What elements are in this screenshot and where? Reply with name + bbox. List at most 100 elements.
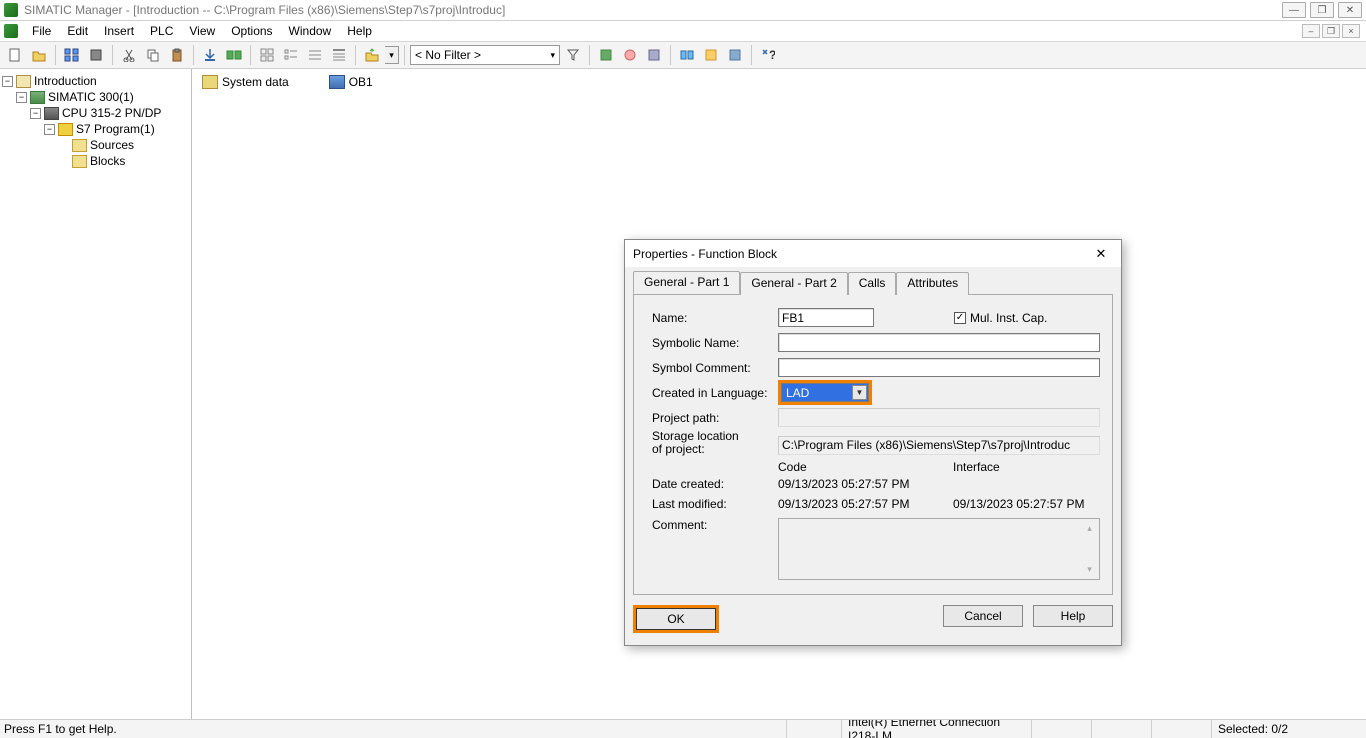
folder-icon [72, 155, 87, 168]
mdi-restore-button[interactable]: ❐ [1322, 24, 1340, 38]
label-storage2: of project: [652, 442, 705, 456]
mul-inst-checkbox[interactable]: ✓ Mul. Inst. Cap. [954, 311, 1047, 325]
status-bar: Press F1 to get Help. Intel(R) Ethernet … [0, 719, 1366, 738]
column-code: Code [778, 460, 953, 474]
column-interface: Interface [953, 460, 1000, 474]
maximize-button[interactable]: ❐ [1310, 2, 1334, 18]
tree-project[interactable]: Introduction [34, 74, 97, 88]
menu-help[interactable]: Help [339, 22, 380, 40]
language-value: LAD [786, 386, 809, 400]
chevron-down-icon: ▼ [852, 385, 867, 400]
tab-general-1[interactable]: General - Part 1 [633, 271, 740, 294]
expand-toggle[interactable]: − [16, 92, 27, 103]
symbols-button[interactable] [619, 44, 641, 66]
name-input[interactable] [778, 308, 874, 327]
menu-plc[interactable]: PLC [142, 22, 181, 40]
symbol-comment-input[interactable] [778, 358, 1100, 377]
list-button[interactable] [304, 44, 326, 66]
label-name: Name: [652, 311, 778, 325]
program-icon [58, 123, 73, 136]
tab-calls[interactable]: Calls [848, 272, 897, 295]
status-network: Intel(R) Ethernet Connection I218-LM [841, 720, 1031, 738]
symbolic-name-input[interactable] [778, 333, 1100, 352]
new-button[interactable] [4, 44, 26, 66]
accessible-nodes-button[interactable] [61, 44, 83, 66]
memory-card-button[interactable] [85, 44, 107, 66]
folder-dropdown[interactable]: ▾ [385, 46, 399, 64]
tree-sources[interactable]: Sources [90, 138, 134, 152]
item-ob1[interactable]: OB1 [329, 75, 373, 89]
paste-button[interactable] [166, 44, 188, 66]
mdi-close-button[interactable]: × [1342, 24, 1360, 38]
filter-settings-button[interactable] [562, 44, 584, 66]
menu-insert[interactable]: Insert [96, 22, 142, 40]
help-button[interactable]: ? [757, 44, 779, 66]
scroll-down-icon: ▾ [1082, 562, 1097, 577]
details-button[interactable] [328, 44, 350, 66]
label-projpath: Project path: [652, 411, 778, 425]
online-button[interactable] [223, 44, 245, 66]
minimize-button[interactable]: — [1282, 2, 1306, 18]
reference-data-button[interactable] [700, 44, 722, 66]
tree-program[interactable]: S7 Program(1) [76, 122, 155, 136]
label-comment: Comment: [652, 518, 778, 532]
status-hint: Press F1 to get Help. [0, 720, 786, 738]
project-tree[interactable]: −Introduction −SIMATIC 300(1) −CPU 315-2… [0, 69, 192, 719]
menu-bar: File Edit Insert PLC View Options Window… [0, 21, 1366, 42]
compare-button[interactable] [676, 44, 698, 66]
label-language: Created in Language: [652, 386, 778, 400]
cut-button[interactable] [118, 44, 140, 66]
sysdata-icon [202, 75, 218, 89]
properties-dialog: Properties - Function Block ✕ General - … [624, 239, 1122, 646]
label-storage1: Storage location [652, 429, 739, 443]
window-titlebar: SIMATIC Manager - [Introduction -- C:\Pr… [0, 0, 1366, 21]
simulate-button[interactable] [724, 44, 746, 66]
expand-toggle[interactable]: − [2, 76, 13, 87]
filter-combo[interactable]: < No Filter >▾ [410, 45, 560, 65]
download-button[interactable] [199, 44, 221, 66]
language-combo[interactable]: LAD ▼ [781, 383, 869, 402]
ok-highlight: OK [633, 605, 719, 633]
filter-value: < No Filter > [415, 48, 481, 62]
large-icons-button[interactable] [256, 44, 278, 66]
small-icons-button[interactable] [280, 44, 302, 66]
language-highlight: LAD ▼ [778, 380, 872, 405]
help-button[interactable]: Help [1033, 605, 1113, 627]
ok-button[interactable]: OK [636, 608, 716, 630]
folder-up-button[interactable] [361, 44, 383, 66]
module-state-button[interactable] [595, 44, 617, 66]
content-area[interactable]: System data OB1 Properties - Function Bl… [192, 69, 1366, 719]
cancel-button[interactable]: Cancel [943, 605, 1023, 627]
modified-interface: 09/13/2023 05:27:57 PM [953, 497, 1084, 511]
menu-view[interactable]: View [181, 22, 223, 40]
copy-button[interactable] [142, 44, 164, 66]
tab-general-2[interactable]: General - Part 2 [740, 272, 847, 295]
mdi-minimize-button[interactable]: – [1302, 24, 1320, 38]
menu-options[interactable]: Options [223, 22, 280, 40]
configure-button[interactable] [643, 44, 665, 66]
tree-blocks[interactable]: Blocks [90, 154, 125, 168]
tab-attributes[interactable]: Attributes [896, 272, 969, 295]
expand-toggle[interactable]: − [30, 108, 41, 119]
tree-station[interactable]: SIMATIC 300(1) [48, 90, 134, 104]
tree-cpu[interactable]: CPU 315-2 PN/DP [62, 106, 161, 120]
modified-code: 09/13/2023 05:27:57 PM [778, 497, 953, 511]
close-button[interactable]: ✕ [1338, 2, 1362, 18]
menu-window[interactable]: Window [281, 22, 340, 40]
open-button[interactable] [28, 44, 50, 66]
sysdata-label: System data [222, 75, 289, 89]
menu-edit[interactable]: Edit [59, 22, 96, 40]
menu-file[interactable]: File [24, 22, 59, 40]
dialog-close-button[interactable]: ✕ [1089, 244, 1113, 264]
project-icon [16, 75, 31, 88]
cpu-icon [44, 107, 59, 120]
scroll-up-icon: ▴ [1082, 521, 1097, 536]
expand-toggle[interactable]: − [44, 124, 55, 135]
item-system-data[interactable]: System data [202, 75, 289, 89]
status-selected: Selected: 0/2 [1211, 720, 1366, 738]
label-modified: Last modified: [652, 497, 778, 511]
label-created: Date created: [652, 477, 778, 491]
toolbar: ▾ < No Filter >▾ ? [0, 42, 1366, 69]
mdi-icon [4, 24, 18, 38]
comment-textarea[interactable]: ▴ ▾ [778, 518, 1100, 580]
